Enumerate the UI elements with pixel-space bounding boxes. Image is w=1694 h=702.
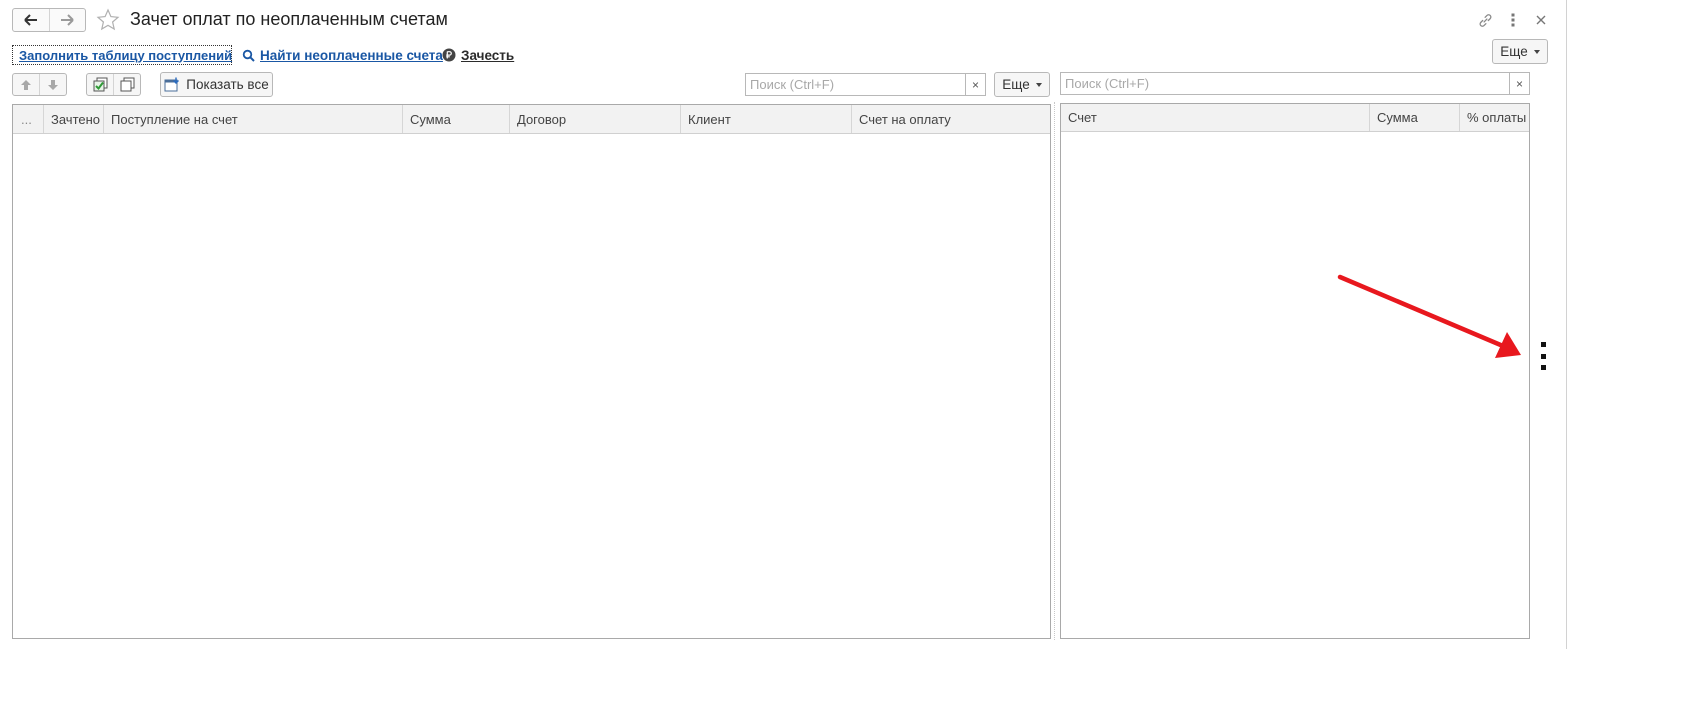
column-header-paid-percent[interactable]: % оплаты bbox=[1460, 104, 1529, 131]
column-header-more[interactable]: ... bbox=[13, 105, 44, 133]
close-icon[interactable] bbox=[1531, 10, 1551, 30]
move-buttons bbox=[12, 73, 67, 96]
link-icon[interactable] bbox=[1475, 10, 1495, 30]
column-header-client[interactable]: Клиент bbox=[681, 105, 852, 133]
page-title: Зачет оплат по неоплаченным счетам bbox=[130, 9, 448, 29]
right-search-clear-icon[interactable]: × bbox=[1509, 73, 1529, 94]
move-down-button[interactable] bbox=[39, 74, 66, 95]
forward-arrow-icon bbox=[61, 14, 74, 26]
panel-menu-dots-icon[interactable] bbox=[1536, 342, 1550, 370]
receipts-table[interactable]: ... Зачтено Поступление на счет Сумма До… bbox=[12, 104, 1051, 639]
offset-link[interactable]: Зачесть bbox=[461, 48, 514, 63]
fill-table-command[interactable]: Заполнить таблицу поступлений bbox=[12, 45, 232, 65]
form-right-border bbox=[1566, 0, 1567, 649]
receipts-table-header: ... Зачтено Поступление на счет Сумма До… bbox=[13, 105, 1050, 134]
check-buttons bbox=[86, 73, 141, 96]
find-unpaid-link[interactable]: Найти неоплаченные счета bbox=[260, 48, 443, 63]
fill-table-link[interactable]: Заполнить таблицу поступлений bbox=[19, 48, 232, 63]
left-more-label: Еще bbox=[1002, 77, 1030, 92]
more-button-top[interactable]: Еще bbox=[1492, 39, 1548, 64]
left-more-button[interactable]: Еще bbox=[994, 72, 1050, 97]
favorite-star-icon[interactable] bbox=[96, 8, 120, 32]
check-all-button[interactable] bbox=[87, 74, 113, 95]
panel-splitter[interactable] bbox=[1054, 102, 1055, 640]
show-all-icon bbox=[164, 77, 180, 92]
forward-button[interactable] bbox=[48, 9, 86, 31]
invoices-table-header: Счет Сумма % оплаты bbox=[1061, 104, 1529, 132]
uncheck-all-button[interactable] bbox=[113, 74, 140, 95]
column-header-sum[interactable]: Сумма bbox=[403, 105, 510, 133]
right-search-placeholder: Поиск (Ctrl+F) bbox=[1065, 76, 1150, 91]
offset-command[interactable]: Зачесть bbox=[442, 45, 514, 65]
back-button[interactable] bbox=[13, 9, 49, 31]
check-all-icon bbox=[93, 77, 107, 92]
ruble-icon bbox=[442, 48, 456, 62]
move-up-button[interactable] bbox=[13, 74, 39, 95]
show-all-button[interactable]: Показать все bbox=[160, 72, 273, 97]
arrow-down-icon bbox=[48, 79, 58, 90]
column-header-receipt[interactable]: Поступление на счет bbox=[104, 105, 403, 133]
left-search-field[interactable]: Поиск (Ctrl+F) × bbox=[745, 73, 986, 96]
uncheck-all-icon bbox=[120, 77, 134, 92]
annotation-arrow-icon bbox=[1337, 274, 1521, 358]
column-header-invoice[interactable]: Счет bbox=[1061, 104, 1370, 131]
arrow-up-icon bbox=[21, 79, 31, 90]
chevron-down-icon bbox=[1035, 83, 1042, 87]
column-header-contract[interactable]: Договор bbox=[510, 105, 681, 133]
search-icon bbox=[242, 49, 255, 62]
chevron-down-icon bbox=[1533, 50, 1540, 54]
column-header-sum[interactable]: Сумма bbox=[1370, 104, 1460, 131]
navigation-buttons bbox=[12, 8, 86, 32]
right-search-field[interactable]: Поиск (Ctrl+F) × bbox=[1060, 72, 1530, 95]
column-header-offset[interactable]: Зачтено bbox=[44, 105, 104, 133]
left-search-clear-icon[interactable]: × bbox=[965, 74, 985, 95]
more-button-label: Еще bbox=[1500, 44, 1528, 59]
show-all-label: Показать все bbox=[186, 77, 269, 92]
left-search-placeholder: Поиск (Ctrl+F) bbox=[750, 77, 835, 92]
back-arrow-icon bbox=[24, 14, 37, 26]
more-vertical-icon[interactable] bbox=[1503, 10, 1523, 30]
column-header-invoice[interactable]: Счет на оплату bbox=[852, 105, 1050, 133]
find-unpaid-command[interactable]: Найти неоплаченные счета bbox=[242, 45, 443, 65]
invoices-table[interactable]: Счет Сумма % оплаты bbox=[1060, 103, 1530, 639]
